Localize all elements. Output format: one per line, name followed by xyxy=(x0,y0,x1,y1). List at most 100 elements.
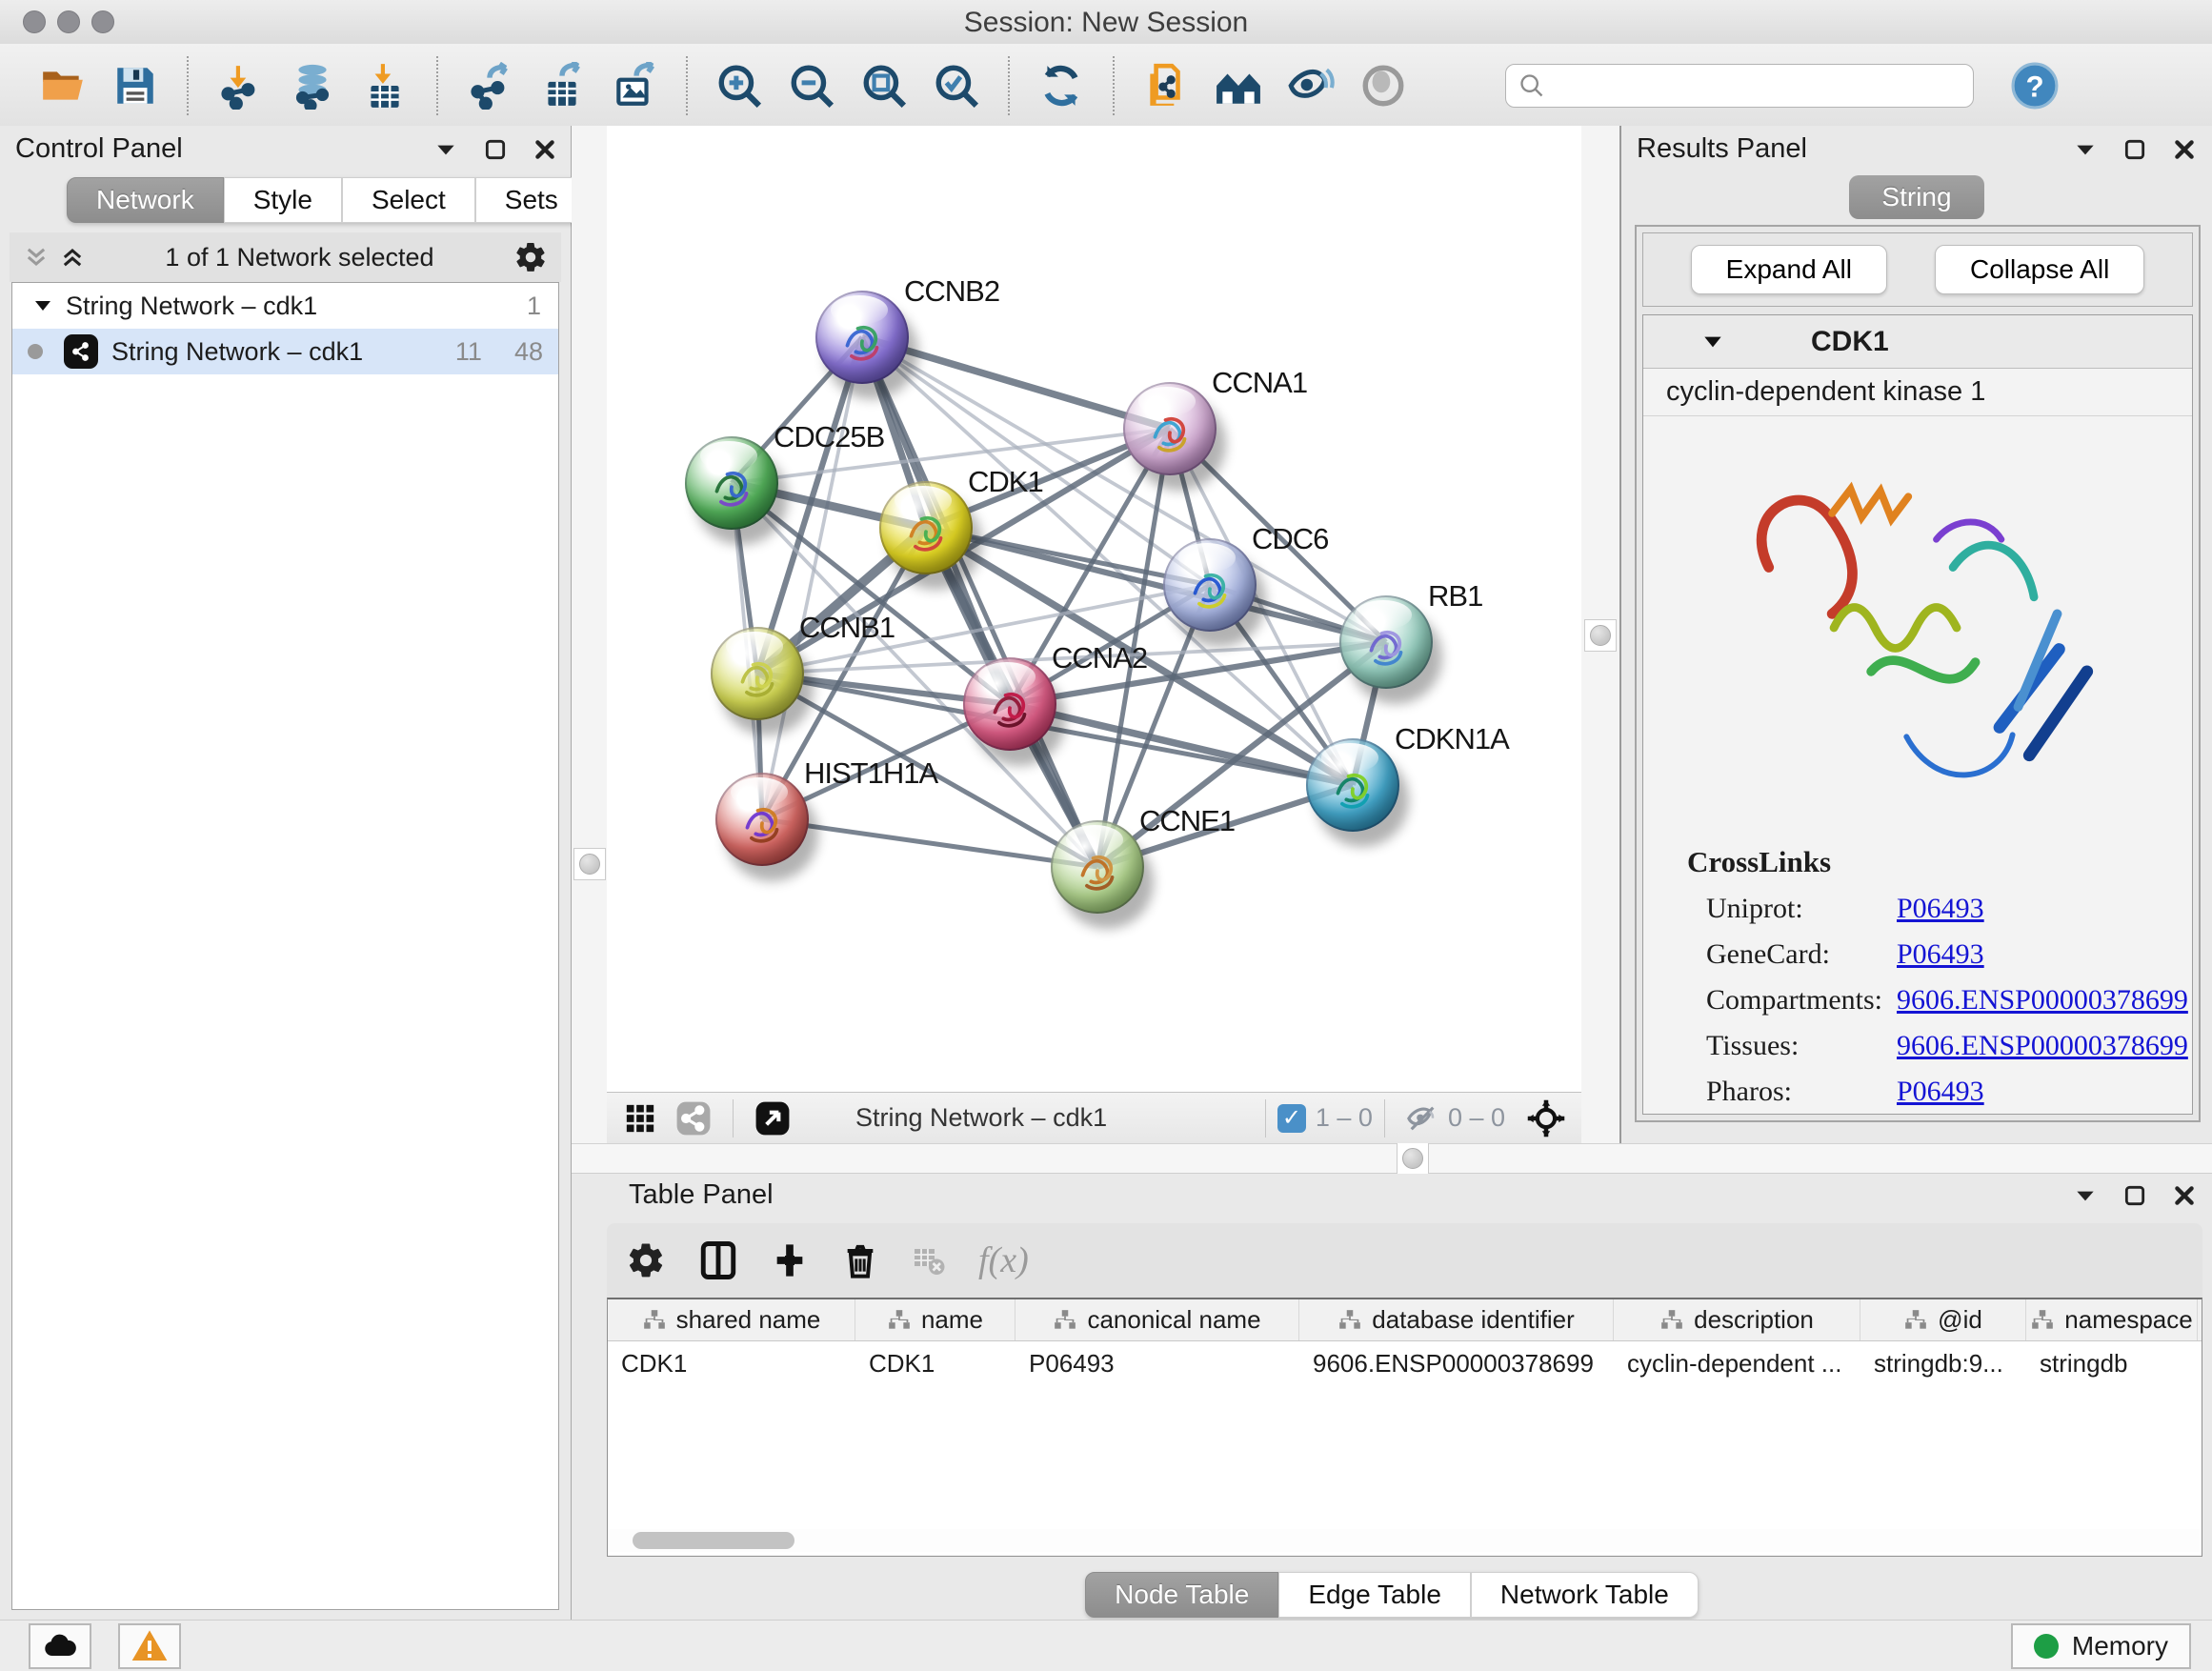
toolbar-divider xyxy=(1008,56,1010,115)
clone-network-button[interactable] xyxy=(1139,59,1193,112)
add-column-icon[interactable] xyxy=(771,1241,809,1279)
float-panel-icon[interactable] xyxy=(2073,1183,2098,1208)
cloud-status-button[interactable] xyxy=(29,1623,91,1669)
horizontal-splitter[interactable] xyxy=(572,1143,2212,1174)
function-builder-icon[interactable]: f(x) xyxy=(978,1239,1029,1281)
save-session-button[interactable] xyxy=(109,59,162,112)
maximize-panel-icon[interactable] xyxy=(2122,137,2147,162)
collection-expand-arrow-icon[interactable] xyxy=(31,294,54,317)
right-splitter[interactable] xyxy=(1581,126,1619,1143)
collapse-all-icon[interactable] xyxy=(23,244,50,271)
tab-string[interactable]: String xyxy=(1849,175,1983,219)
edge-ccnb2-ccna1[interactable] xyxy=(862,337,1170,429)
table-options-gear-icon[interactable] xyxy=(626,1240,666,1280)
memory-button[interactable]: Memory xyxy=(2011,1623,2191,1669)
network-node-ccna2[interactable] xyxy=(963,657,1056,751)
results-panel: Results Panel String Expand All Collapse… xyxy=(1619,126,2212,1143)
tab-select[interactable]: Select xyxy=(342,177,475,223)
edge-ccnb2-hist1h1a[interactable] xyxy=(762,337,862,819)
network-label: String Network – cdk1 xyxy=(111,337,455,367)
birdseye-view-icon[interactable] xyxy=(1526,1098,1566,1138)
scrollbar-thumb[interactable] xyxy=(633,1532,794,1549)
network-node-ccne1[interactable] xyxy=(1051,820,1144,914)
column-header-namespace[interactable]: namespace xyxy=(2026,1299,2198,1340)
import-network-file-button[interactable] xyxy=(213,59,267,112)
network-share-view-icon[interactable] xyxy=(675,1100,712,1137)
network-node-cdk1[interactable] xyxy=(879,481,973,574)
open-in-new-window-icon[interactable] xyxy=(754,1100,791,1137)
gene-collapse-arrow-icon[interactable] xyxy=(1700,330,1725,354)
hidden-count: 0 – 0 xyxy=(1448,1103,1505,1133)
warnings-button[interactable] xyxy=(118,1623,181,1669)
left-splitter-handle[interactable] xyxy=(573,848,606,880)
column-header-description[interactable]: description xyxy=(1614,1299,1860,1340)
maximize-panel-icon[interactable] xyxy=(2122,1183,2147,1208)
network-node-rb1[interactable] xyxy=(1339,595,1433,689)
column-header--id[interactable]: @id xyxy=(1860,1299,2026,1340)
float-panel-icon[interactable] xyxy=(433,137,458,162)
network-node-cdc25b[interactable] xyxy=(685,436,778,530)
tab-style[interactable]: Style xyxy=(224,177,342,223)
column-header-database-identifier[interactable]: database identifier xyxy=(1299,1299,1614,1340)
maximize-panel-icon[interactable] xyxy=(483,137,508,162)
table-panel-title: Table Panel xyxy=(629,1179,774,1211)
network-options-gear-icon[interactable] xyxy=(513,240,548,274)
tab-network-table[interactable]: Network Table xyxy=(1471,1572,1699,1618)
delete-column-icon[interactable] xyxy=(841,1241,879,1279)
zoom-in-button[interactable] xyxy=(713,59,766,112)
close-panel-icon[interactable] xyxy=(533,137,557,162)
right-splitter-handle[interactable] xyxy=(1584,619,1617,652)
left-splitter[interactable] xyxy=(572,126,607,1143)
show-columns-icon[interactable] xyxy=(698,1240,738,1280)
collapse-all-button[interactable]: Collapse All xyxy=(1935,245,2144,294)
expand-all-button[interactable]: Expand All xyxy=(1691,245,1887,294)
expand-all-icon[interactable] xyxy=(59,244,86,271)
network-node-hist1h1a[interactable] xyxy=(715,773,809,866)
crosslink-link[interactable]: 9606.ENSP00000378699 xyxy=(1897,1030,2188,1062)
edge-hist1h1a-ccne1[interactable] xyxy=(762,819,1097,867)
search-input[interactable] xyxy=(1505,64,1974,108)
home-button[interactable] xyxy=(1212,59,1265,112)
help-button[interactable]: ? xyxy=(2008,59,2061,112)
import-network-database-button[interactable] xyxy=(286,59,339,112)
close-panel-icon[interactable] xyxy=(2172,1183,2197,1208)
crosslink-link[interactable]: P06493 xyxy=(1897,1076,1984,1108)
column-header-name[interactable]: name xyxy=(855,1299,1016,1340)
open-session-button[interactable] xyxy=(36,59,90,112)
hidden-eye-icon[interactable] xyxy=(1406,1102,1438,1135)
network-node-ccnb1[interactable] xyxy=(711,627,804,720)
column-header-canonical-name[interactable]: canonical name xyxy=(1016,1299,1299,1340)
table-horizontal-scrollbar[interactable] xyxy=(610,1529,2200,1552)
show-hide-graphics-details-button[interactable] xyxy=(1284,59,1337,112)
zoom-selected-button[interactable] xyxy=(930,59,983,112)
tab-network[interactable]: Network xyxy=(67,177,224,223)
selected-checkbox-icon[interactable]: ✓ xyxy=(1277,1104,1306,1133)
network-node-cdc6[interactable] xyxy=(1163,538,1257,632)
tab-node-table[interactable]: Node Table xyxy=(1085,1572,1278,1618)
close-panel-icon[interactable] xyxy=(2172,137,2197,162)
export-table-button[interactable] xyxy=(535,59,589,112)
refresh-network-button[interactable] xyxy=(1035,59,1088,112)
presentation-button[interactable] xyxy=(1357,59,1410,112)
network-node-ccna1[interactable] xyxy=(1123,382,1217,475)
table-row[interactable]: CDK1CDK1P064939606.ENSP00000378699cyclin… xyxy=(608,1341,2202,1385)
crosslink-link[interactable]: P06493 xyxy=(1897,938,1984,971)
crosslink-link[interactable]: P06493 xyxy=(1897,893,1984,925)
zoom-fit-button[interactable] xyxy=(857,59,911,112)
network-canvas[interactable]: CCNB2CCNA1CDC25BCDK1CDC6RB1CCNB1CCNA2CDK… xyxy=(607,126,1581,1092)
import-table-button[interactable] xyxy=(358,59,412,112)
zoom-out-button[interactable] xyxy=(785,59,838,112)
float-panel-icon[interactable] xyxy=(2073,137,2098,162)
export-network-button[interactable] xyxy=(463,59,516,112)
crosslink-link[interactable]: 9606.ENSP00000378699 xyxy=(1897,984,2188,1017)
network-node-ccnb2[interactable] xyxy=(815,291,909,384)
network-row[interactable]: String Network – cdk1 11 48 xyxy=(12,329,558,374)
grid-view-icon[interactable] xyxy=(624,1102,656,1135)
export-image-button[interactable] xyxy=(608,59,661,112)
network-node-cdkn1a[interactable] xyxy=(1306,738,1399,832)
horizontal-splitter-handle[interactable] xyxy=(1397,1142,1429,1175)
network-collection-row[interactable]: String Network – cdk1 1 xyxy=(12,283,558,329)
delete-table-icon[interactable] xyxy=(912,1243,946,1278)
column-header-shared-name[interactable]: shared name xyxy=(608,1299,855,1340)
tab-edge-table[interactable]: Edge Table xyxy=(1278,1572,1471,1618)
